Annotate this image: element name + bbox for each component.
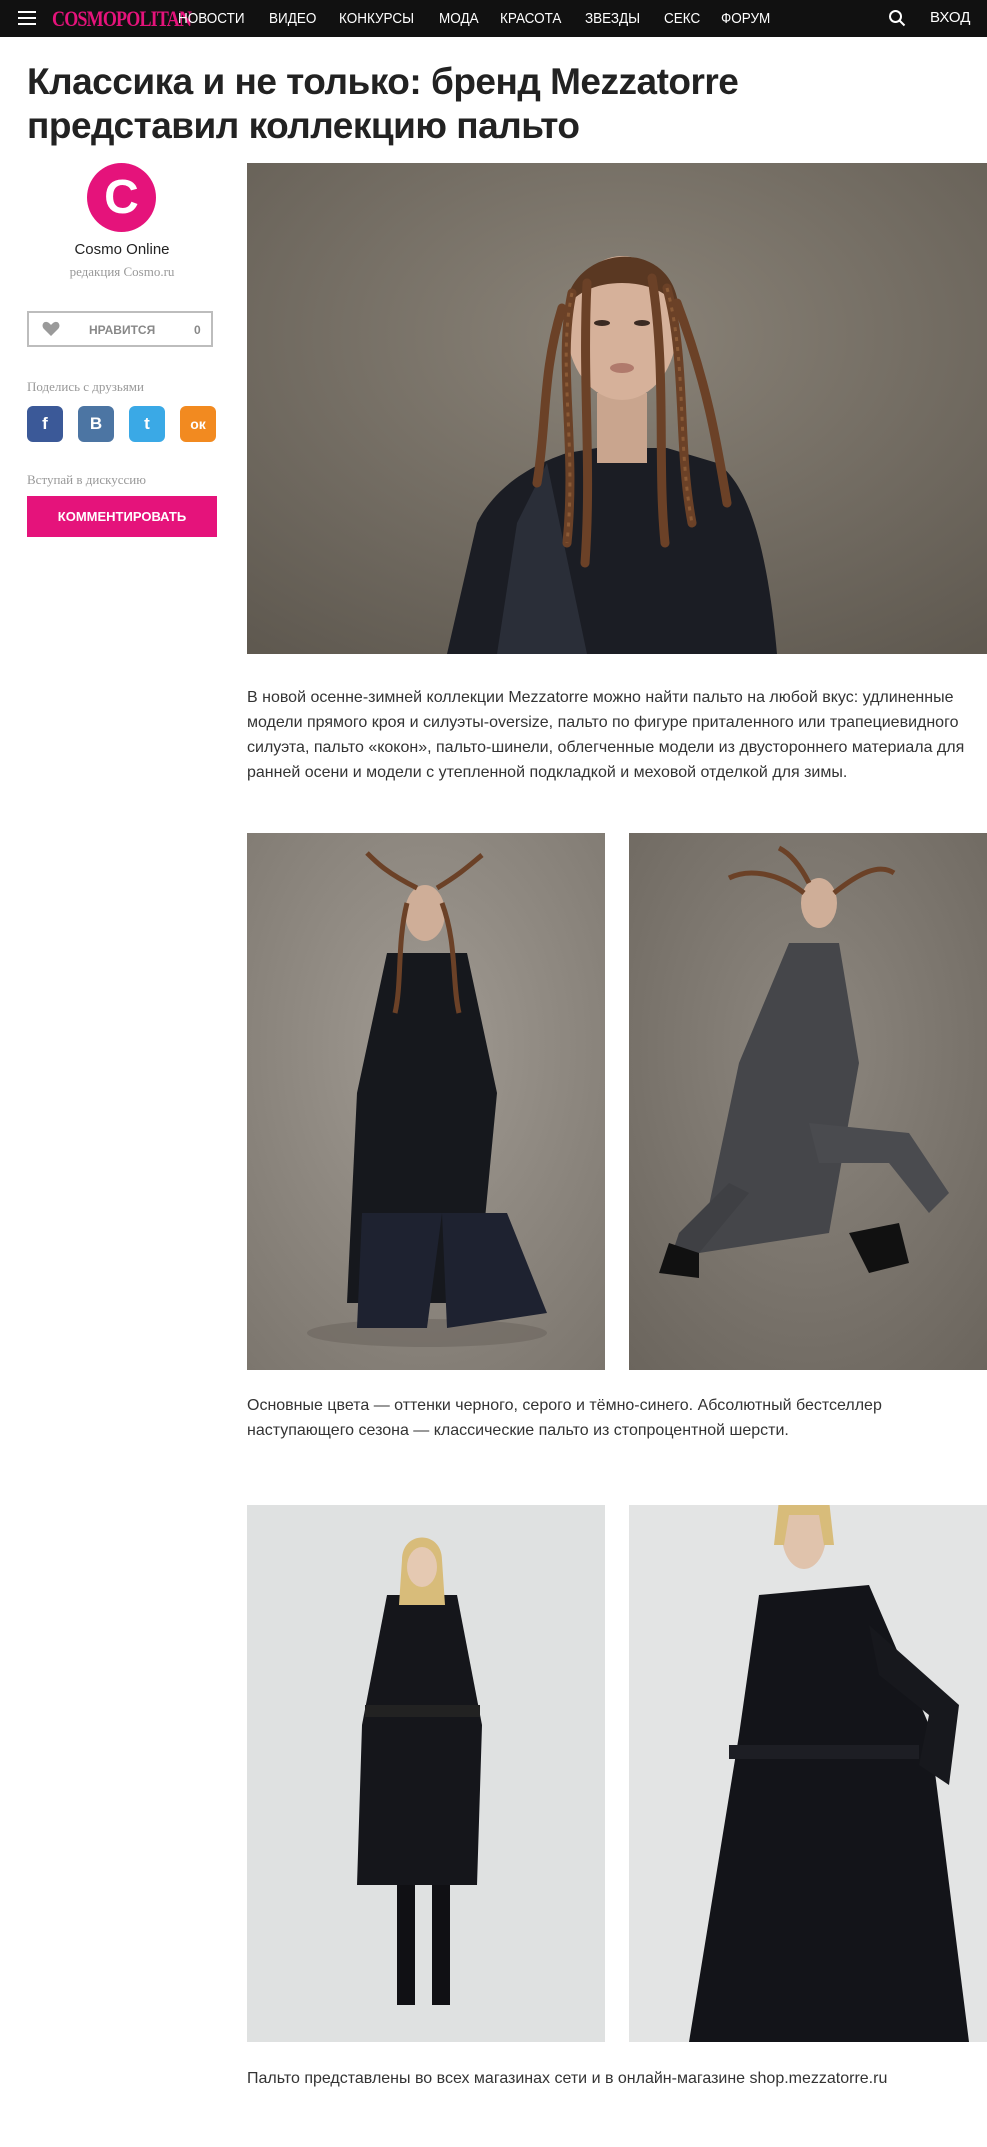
vkontakte-share-button[interactable]: В <box>78 406 114 442</box>
comment-button[interactable]: КОММЕНТИРОВАТЬ <box>27 496 217 537</box>
share-label: Поделись с друзьями <box>27 379 144 394</box>
like-button[interactable]: НРАВИТСЯ 0 <box>27 311 213 347</box>
like-count: 0 <box>194 323 201 337</box>
article-paragraph-2: Основные цвета — оттенки черного, серого… <box>247 1397 882 1439</box>
article-title: Классика и не только: бренд Mezzatorre п… <box>27 61 739 146</box>
nav-item-contests[interactable]: КОНКУРСЫ <box>339 10 414 27</box>
author-name[interactable]: Cosmo Online <box>27 241 217 258</box>
photo-belted-coat-full <box>247 1505 605 2042</box>
article-paragraph-3: Пальто представлены во всех магазинах се… <box>247 2070 888 2087</box>
nav-item-news[interactable]: НОВОСТИ <box>178 10 245 27</box>
author-subtitle: редакция Cosmo.ru <box>69 264 175 279</box>
heart-icon <box>42 321 60 336</box>
like-label: НРАВИТСЯ <box>89 323 156 337</box>
main-nav: НОВОСТИ ВИДЕО КОНКУРСЫ МОДА КРАСОТА ЗВЕЗ… <box>178 0 793 37</box>
search-icon[interactable] <box>888 9 906 27</box>
article-paragraph-1: В новой осенне-зимней коллекции Mezzator… <box>247 689 965 781</box>
photo-jumping-coat <box>629 833 987 1370</box>
facebook-share-button[interactable]: f <box>27 406 63 442</box>
nav-item-fashion[interactable]: МОДА <box>439 10 479 27</box>
nav-item-forum[interactable]: ФОРУМ <box>721 10 770 27</box>
photo-walking-coat <box>247 833 605 1370</box>
odnoklassniki-share-button[interactable]: ок <box>180 406 216 442</box>
twitter-share-button[interactable]: t <box>129 406 165 442</box>
nav-item-stars[interactable]: ЗВЕЗДЫ <box>585 10 640 27</box>
nav-item-sex[interactable]: СЕКС <box>664 10 700 27</box>
login-link[interactable]: ВХОД <box>930 9 970 26</box>
menu-icon[interactable] <box>18 11 36 25</box>
author-avatar[interactable]: C <box>87 163 156 232</box>
hero-photo <box>247 163 987 654</box>
nav-item-beauty[interactable]: КРАСОТА <box>500 10 561 27</box>
share-buttons: f В t ок <box>27 406 231 442</box>
top-navigation-bar: COSMOPOLITAN НОВОСТИ ВИДЕО КОНКУРСЫ МОДА… <box>0 0 987 37</box>
discuss-label: Вступай в дискуссию <box>27 472 146 487</box>
nav-item-video[interactable]: ВИДЕО <box>269 10 316 27</box>
site-logo[interactable]: COSMOPOLITAN <box>52 6 192 32</box>
photo-belted-coat-close <box>629 1505 987 2042</box>
